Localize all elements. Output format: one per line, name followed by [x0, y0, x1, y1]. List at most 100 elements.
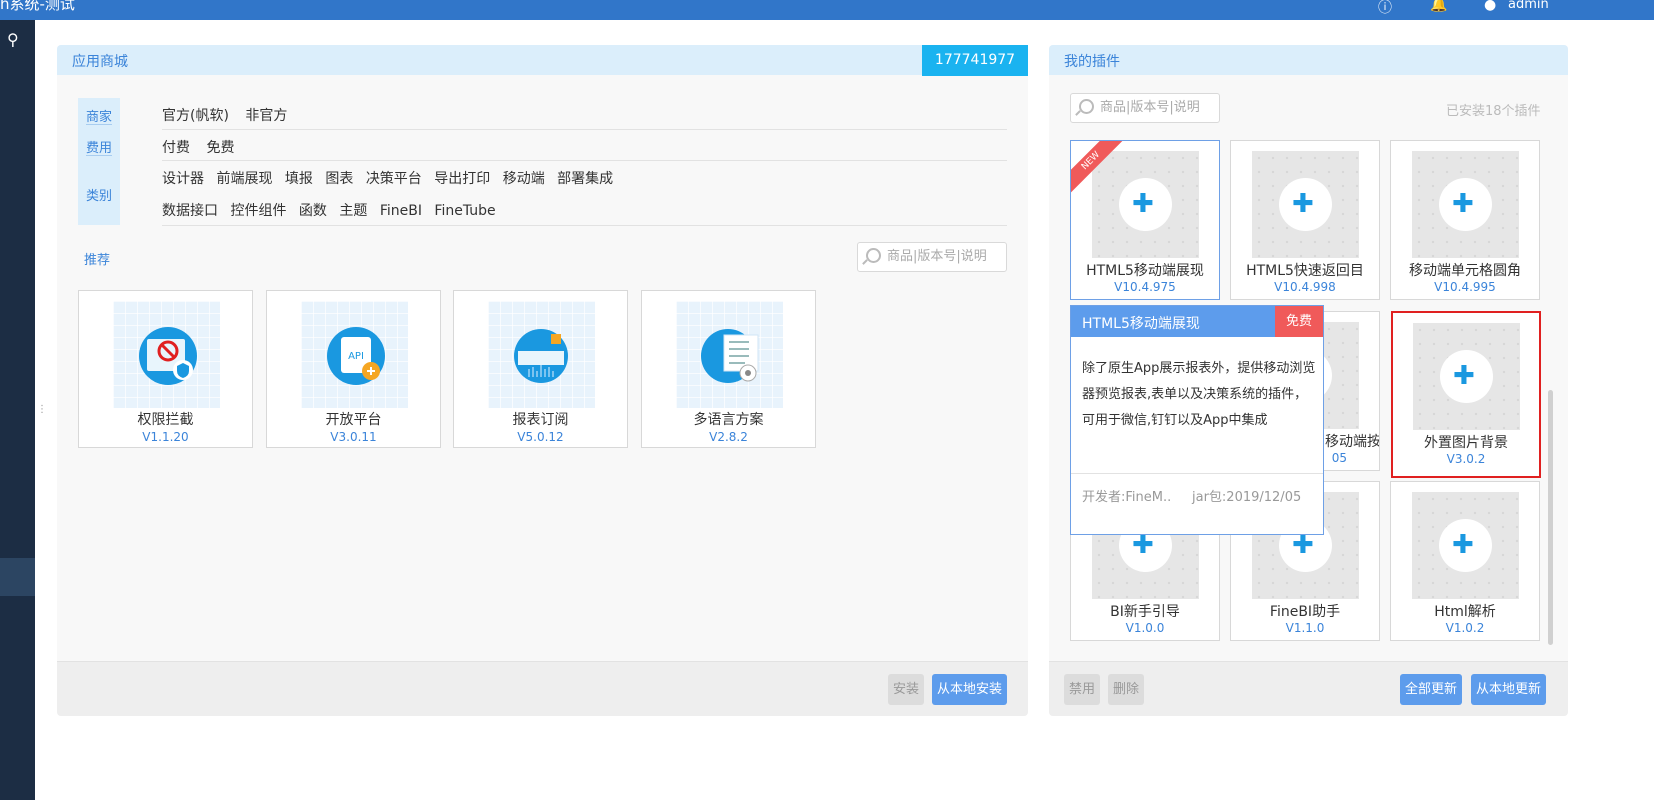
report-subscribe-icon	[514, 329, 568, 383]
filter-option[interactable]: 数据接口	[162, 203, 218, 219]
divider	[86, 124, 112, 125]
filter-option[interactable]: FineBI	[380, 203, 422, 219]
plugin-name: Html解析	[1434, 604, 1496, 620]
installed-count: 已安装18个插件	[1446, 104, 1541, 119]
category-filter-row-2: 数据接口 控件组件 函数 主题 FineBI FineTube	[162, 200, 1007, 226]
store-search-input[interactable]: 商品|版本号|说明	[857, 242, 1007, 272]
filter-label-vendor: 商家	[85, 110, 112, 125]
store-footer: 安装 从本地安装	[57, 661, 1028, 716]
plugin-thumbnail: API	[301, 301, 408, 408]
filter-option[interactable]: 付费	[162, 140, 190, 156]
plugin-card[interactable]: ✚ Html解析 V1.0.2	[1390, 481, 1540, 641]
plugin-version: V1.0.0	[1125, 621, 1165, 635]
plugin-name: HTML5移动端展现	[1086, 263, 1204, 279]
sidebar: ⚲	[0, 20, 35, 800]
popup-meta: 开发者:FineM.. jar包:2019/12/05	[1071, 473, 1323, 505]
app-store-panel: 应用商城 177741977 商家 费用 类别 官方(帆软) 非官方 付费 免费…	[57, 45, 1028, 716]
block-icon	[139, 327, 197, 385]
filter-option[interactable]: 免费	[206, 140, 234, 156]
plugin-card[interactable]: ✚ 移动端单元格圆角 V10.4.995	[1390, 140, 1540, 300]
install-button[interactable]: 安装	[888, 674, 925, 705]
update-all-button[interactable]: 全部更新	[1400, 674, 1463, 705]
filter-label-category: 类别	[85, 189, 112, 204]
filter-option[interactable]: 填报	[285, 171, 313, 187]
resize-handle[interactable]: ⋮	[37, 404, 47, 415]
plugin-thumbnail: ✚	[1252, 151, 1359, 258]
plugin-name: FineBI助手	[1269, 604, 1341, 620]
plugin-card[interactable]: ✚ HTML5快速返回目 V10.4.998	[1230, 140, 1380, 300]
plugin-thumbnail	[488, 301, 595, 408]
panel-title: 应用商城	[72, 54, 128, 70]
user-name[interactable]: admin	[1508, 0, 1549, 12]
plugin-name: BI新手引导	[1110, 604, 1180, 620]
vendor-filter-row: 官方(帆软) 非官方	[162, 105, 1007, 130]
help-icon[interactable]: ⓘ	[1378, 0, 1392, 17]
filter-option[interactable]: 非官方	[245, 108, 287, 124]
pin-icon[interactable]: ⚲	[7, 30, 19, 49]
multilanguage-icon	[701, 329, 759, 383]
plugin-thumbnail: ✚	[1412, 492, 1519, 599]
popup-developer: 开发者:FineM..	[1082, 490, 1172, 505]
plugin-version: 05	[1331, 451, 1347, 465]
divider	[86, 155, 112, 156]
plugin-version: V1.0.2	[1445, 621, 1485, 635]
filter-option[interactable]: 设计器	[162, 171, 204, 187]
plugins-scrollbar[interactable]	[1548, 390, 1553, 645]
filter-option[interactable]: 官方(帆软)	[162, 108, 229, 124]
delete-button[interactable]: 删除	[1108, 674, 1145, 705]
category-filter-row-1: 设计器 前端展现 填报 图表 决策平台 导出打印 移动端 部署集成	[162, 168, 1007, 192]
filter-option[interactable]: 部署集成	[557, 171, 613, 187]
bell-icon[interactable]: 🔔	[1430, 0, 1447, 13]
store-card[interactable]: API 开放平台 V3.0.11	[266, 290, 441, 448]
filter-option[interactable]: 前端展现	[216, 171, 272, 187]
plugin-name: 移动端单元格圆角	[1409, 263, 1521, 279]
filter-option[interactable]: 决策平台	[366, 171, 422, 187]
plugin-thumbnail	[113, 301, 220, 408]
app-title: h系统-测试	[0, 0, 75, 13]
svg-text:API: API	[348, 351, 364, 362]
plugin-name: 报表订阅	[512, 412, 569, 428]
disable-button[interactable]: 禁用	[1064, 674, 1101, 705]
filter-option[interactable]: 函数	[299, 203, 327, 219]
plugin-version: V1.1.20	[142, 430, 189, 444]
filter-option[interactable]: 控件组件	[230, 203, 286, 219]
plugin-version: V1.1.0	[1285, 621, 1325, 635]
plugin-card[interactable]: ✚ 外置图片背景 V3.0.2	[1391, 311, 1541, 478]
puzzle-icon: ✚	[1132, 530, 1154, 560]
plugins-search-input[interactable]: 商品|版本号|说明	[1070, 93, 1220, 123]
top-bar: h系统-测试 ⓘ 🔔 ● admin	[0, 0, 1654, 20]
sidebar-active-item[interactable]	[0, 558, 35, 596]
free-badge: 免费	[1275, 306, 1323, 337]
search-placeholder: 商品|版本号|说明	[1100, 100, 1200, 115]
popup-description: 除了原生App展示报表外，提供移动浏览器预览报表,表单以及决策系统的插件，可用于…	[1082, 361, 1316, 428]
puzzle-icon: ✚	[1292, 189, 1314, 219]
store-card[interactable]: 报表订阅 V5.0.12	[453, 290, 628, 448]
search-placeholder: 商品|版本号|说明	[887, 249, 987, 264]
install-local-button[interactable]: 从本地安装	[932, 674, 1008, 705]
plugin-version: V2.8.2	[709, 430, 748, 444]
store-card[interactable]: 多语言方案 V2.8.2	[641, 290, 816, 448]
account-id-badge: 177741977	[922, 45, 1028, 76]
avatar[interactable]: ●	[1484, 0, 1496, 13]
plugin-thumbnail: ✚	[1413, 323, 1520, 430]
update-local-button[interactable]: 从本地更新	[1471, 674, 1547, 705]
plugin-thumbnail: ✚	[1092, 151, 1199, 258]
plugin-version: V5.0.12	[517, 430, 564, 444]
filter-option[interactable]: FineTube	[434, 203, 495, 219]
plugin-name: 开放平台	[325, 412, 382, 428]
puzzle-icon: ✚	[1453, 361, 1475, 391]
search-icon	[1079, 99, 1094, 114]
filter-option[interactable]: 导出打印	[434, 171, 490, 187]
filter-label-fee: 费用	[85, 141, 112, 156]
plugin-version: V10.4.998	[1274, 280, 1336, 294]
filter-option[interactable]: 图表	[325, 171, 353, 187]
puzzle-icon: ✚	[1452, 189, 1474, 219]
filter-labels: 商家 费用 类别	[78, 98, 120, 225]
filter-option[interactable]: 主题	[339, 203, 367, 219]
filter-option[interactable]: 移动端	[503, 171, 545, 187]
plugin-name: 多语言方案	[693, 412, 764, 428]
search-icon	[866, 248, 881, 263]
popup-jar-date: jar包:2019/12/05	[1192, 490, 1302, 505]
plugin-card[interactable]: ✚ NEW HTML5移动端展现 V10.4.975	[1070, 140, 1220, 300]
store-card[interactable]: 权限拦截 V1.1.20	[78, 290, 253, 448]
